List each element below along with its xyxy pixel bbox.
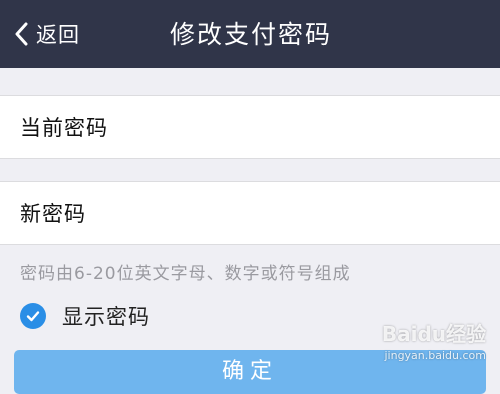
current-password-input[interactable] [140, 110, 480, 146]
nav-bar: 返回 修改支付密码 [0, 0, 500, 68]
new-password-row[interactable]: 新密码 [0, 181, 500, 245]
baidu-jingyan-watermark: Baidu经验 jingyan.baidu.com [382, 318, 486, 362]
watermark-logo: Baidu经验 [381, 322, 486, 346]
show-password-toggle[interactable]: 显示密码 [20, 301, 150, 331]
current-password-label: 当前密码 [20, 116, 108, 140]
new-password-label: 新密码 [20, 202, 86, 226]
watermark-site: jingyan.baidu.com [384, 349, 486, 362]
page-title: 修改支付密码 [169, 20, 332, 49]
new-password-input[interactable] [140, 196, 480, 232]
current-password-row[interactable]: 当前密码 [0, 95, 500, 159]
checkmark-icon[interactable] [20, 303, 46, 329]
password-hint: 密码由6-20位英文字母、数字或符号组成 [20, 264, 351, 284]
show-password-label: 显示密码 [62, 305, 150, 329]
